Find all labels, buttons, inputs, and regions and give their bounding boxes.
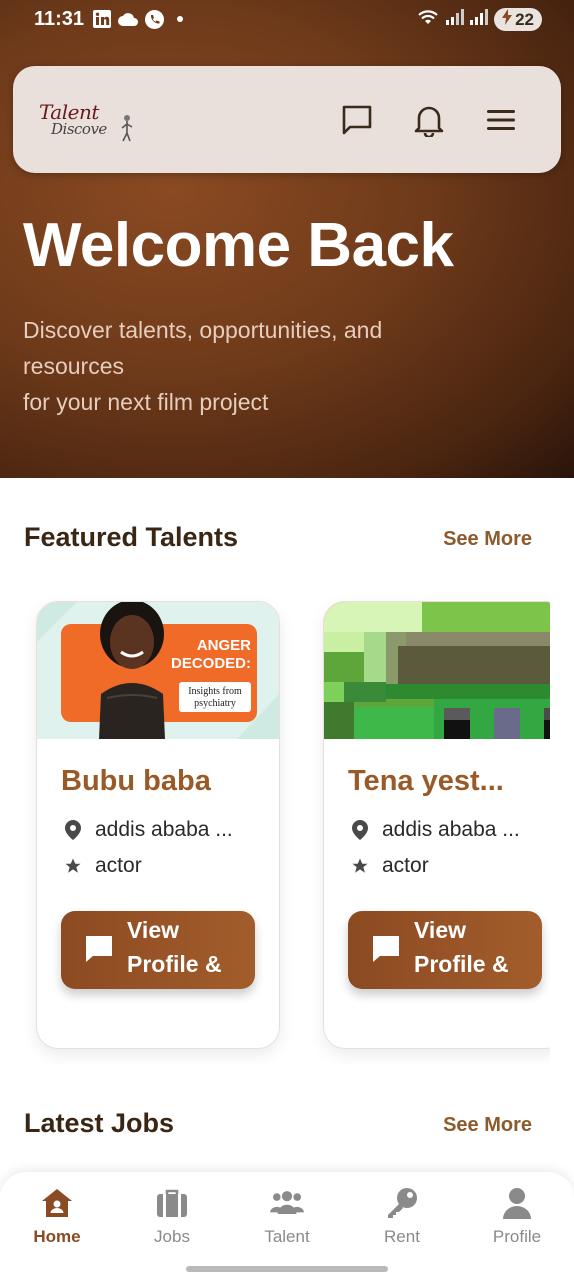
message-icon	[373, 936, 399, 962]
bottom-navigation: Home Jobs Talent Rent Profile	[0, 1172, 574, 1280]
view-profile-message-button[interactable]: View Profile & Message	[348, 911, 542, 989]
featured-talents-heading: Featured Talents	[24, 522, 239, 552]
notifications-button[interactable]	[409, 100, 449, 140]
nav-jobs[interactable]: Jobs	[127, 1186, 217, 1250]
bell-icon	[414, 106, 444, 137]
featured-talents-carousel[interactable]: ANGER DECODED: Insights from psychiatry …	[24, 590, 550, 1065]
talent-card[interactable]: ANGER DECODED: Insights from psychiatry …	[36, 601, 280, 1049]
featured-see-more-link[interactable]: See More	[443, 528, 532, 551]
hero-subtitle: Discover talents, opportunities, and res…	[23, 312, 493, 420]
location-pin-icon	[350, 820, 370, 840]
nav-label: Home	[33, 1227, 81, 1246]
location-pin-icon	[63, 820, 83, 840]
charging-icon	[502, 9, 513, 30]
talent-location-text: addis ababa ...	[95, 818, 233, 841]
talent-name: Tena yest...	[348, 765, 504, 797]
signal-icon-2	[470, 9, 489, 30]
phone-call-icon	[144, 9, 164, 29]
logo-figure-icon	[121, 115, 133, 142]
wifi-icon	[416, 8, 440, 31]
person-icon	[500, 1186, 534, 1220]
hamburger-menu-icon	[487, 110, 515, 130]
nav-home[interactable]: Home	[12, 1186, 102, 1250]
menu-button[interactable]	[481, 100, 521, 140]
view-profile-message-button[interactable]: View Profile & Message	[61, 911, 255, 989]
battery-level: 22	[515, 9, 534, 29]
button-label: View Profile & Message	[414, 917, 511, 989]
talent-role-text: actor	[382, 854, 429, 877]
latest-jobs-heading: Latest Jobs	[24, 1108, 175, 1138]
home-icon	[40, 1186, 74, 1220]
talent-role: actor	[350, 854, 429, 878]
hero-subtitle-line: for your next film project	[23, 389, 269, 415]
notification-dot-icon	[170, 9, 190, 29]
message-icon	[86, 936, 112, 962]
status-bar: 11:31 22	[0, 0, 574, 40]
talent-role-text: actor	[95, 854, 142, 877]
briefcase-icon	[155, 1186, 189, 1220]
key-icon	[385, 1186, 419, 1220]
nav-label: Jobs	[154, 1227, 190, 1246]
talent-location: addis ababa ...	[63, 818, 233, 842]
talent-location-text: addis ababa ...	[382, 818, 520, 841]
talent-name: Bubu baba	[61, 765, 211, 797]
signal-icon	[446, 9, 465, 30]
hero-banner: 11:31 22 Talent Discove Welcome Back Dis…	[0, 0, 574, 478]
hero-subtitle-line: Discover talents, opportunities, and	[23, 317, 383, 343]
button-label: View Profile & Message	[127, 917, 224, 989]
welcome-title: Welcome Back	[23, 211, 454, 280]
hero-subtitle-line: resources	[23, 353, 124, 379]
talent-photo: ANGER DECODED: Insights from psychiatry	[37, 602, 279, 739]
image-tag-2: psychiatry	[194, 698, 236, 709]
people-icon	[270, 1186, 304, 1220]
talent-card[interactable]: Tena yest... addis ababa ... actor View …	[323, 601, 550, 1049]
talent-photo	[324, 602, 550, 739]
star-icon	[350, 856, 370, 876]
nav-label: Talent	[264, 1227, 310, 1246]
image-headline-2: DECODED:	[171, 655, 251, 672]
gesture-home-indicator[interactable]	[186, 1266, 388, 1272]
nav-profile[interactable]: Profile	[472, 1186, 562, 1250]
messages-button[interactable]	[337, 100, 377, 140]
cloud-icon	[118, 9, 138, 29]
nav-talent[interactable]: Talent	[242, 1186, 332, 1250]
status-time: 11:31	[34, 8, 85, 30]
image-headline-1: ANGER	[197, 637, 251, 654]
logo-text-line2: Discove	[51, 120, 107, 138]
chat-icon	[342, 105, 372, 135]
app-logo[interactable]: Talent Discove	[39, 100, 139, 144]
talent-role: actor	[63, 854, 142, 878]
jobs-see-more-link[interactable]: See More	[443, 1114, 532, 1137]
image-tag-1: Insights from	[188, 686, 242, 697]
battery-indicator: 22	[494, 8, 542, 31]
top-app-bar: Talent Discove	[13, 66, 561, 173]
nav-rent[interactable]: Rent	[357, 1186, 447, 1250]
talent-location: addis ababa ...	[350, 818, 520, 842]
star-icon	[63, 856, 83, 876]
linkedin-icon	[92, 9, 112, 29]
nav-label: Rent	[384, 1227, 420, 1246]
nav-label: Profile	[492, 1227, 542, 1246]
